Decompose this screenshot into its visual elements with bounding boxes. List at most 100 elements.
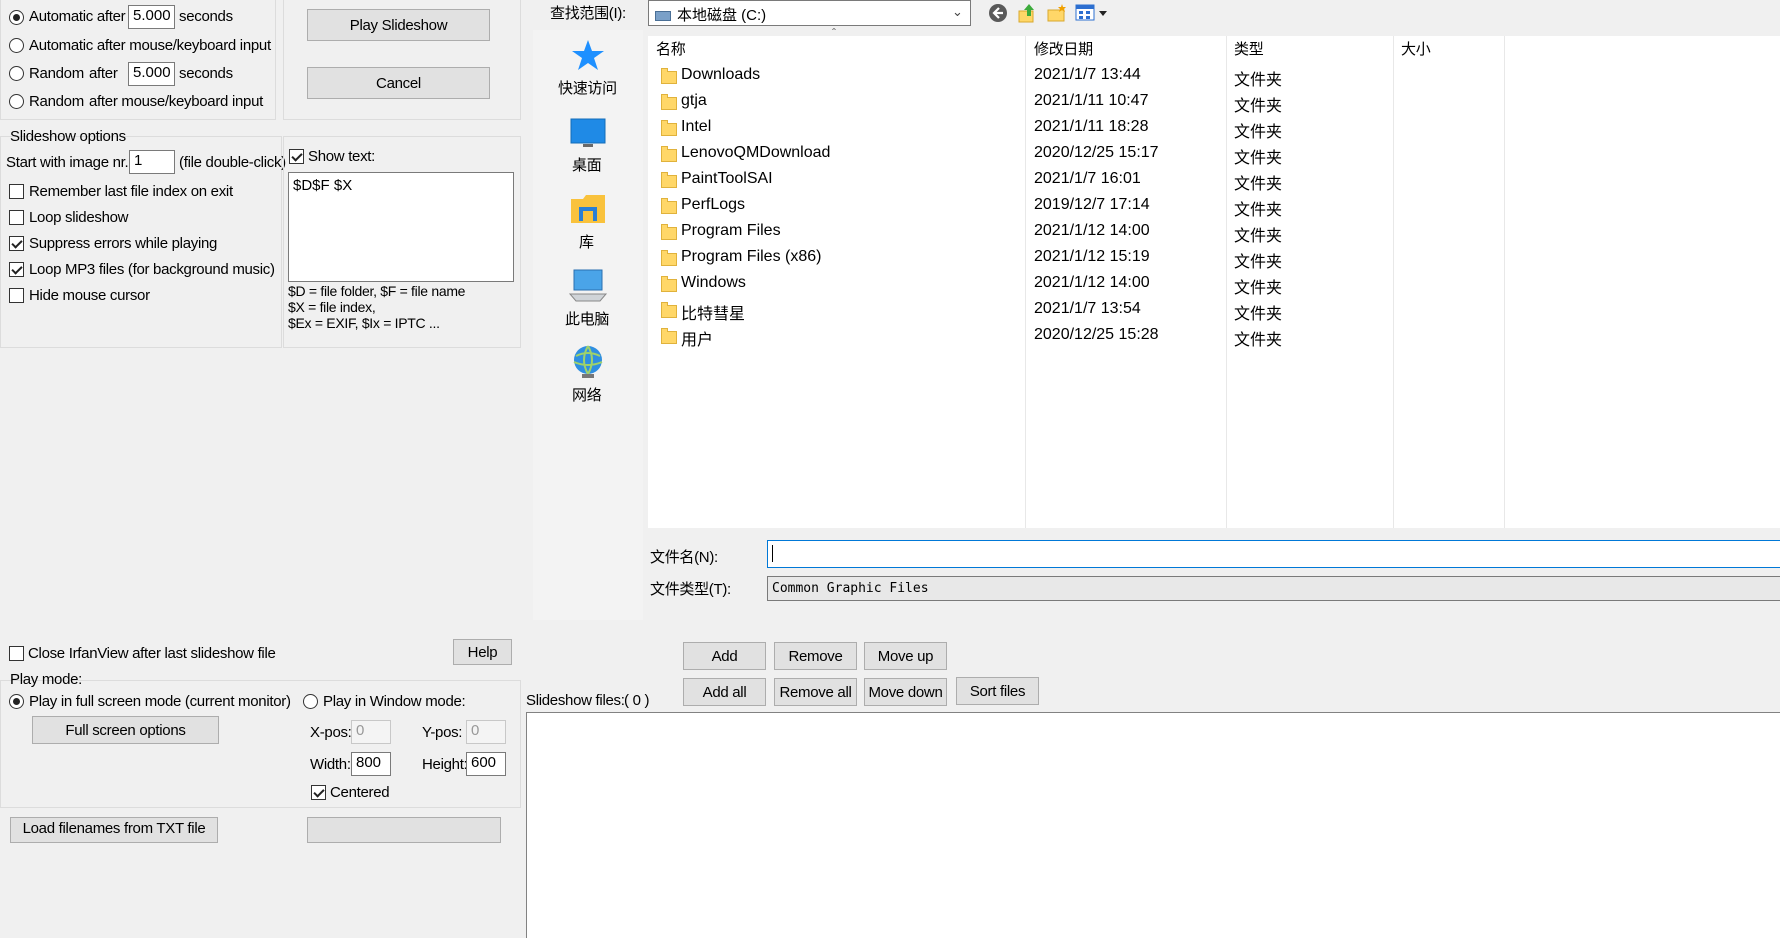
loop-mp3-checkbox[interactable]: [9, 262, 24, 277]
file-list[interactable]: [648, 36, 1780, 528]
help-button[interactable]: Help: [453, 639, 512, 665]
network-icon[interactable]: [570, 344, 606, 380]
seconds-label-1: seconds: [179, 8, 233, 25]
sort-files-button[interactable]: Sort files: [956, 677, 1039, 705]
save-txt-button[interactable]: [307, 817, 501, 843]
file-name[interactable]: Program Files: [681, 222, 781, 240]
folder-icon: [661, 224, 677, 240]
full-screen-radio[interactable]: [9, 694, 24, 709]
file-name[interactable]: Downloads: [681, 66, 760, 84]
window-mode-radio[interactable]: [303, 694, 318, 709]
file-date: 2021/1/11 18:28: [1034, 118, 1149, 135]
column-divider: [1226, 36, 1227, 528]
load-txt-button[interactable]: Load filenames from TXT file: [10, 817, 218, 843]
view-menu-icon[interactable]: [1075, 4, 1109, 22]
add-button[interactable]: Add: [683, 642, 766, 670]
hide-cursor-checkbox[interactable]: [9, 288, 24, 303]
xpos-input[interactable]: 0: [351, 720, 391, 744]
file-type: 文件夹: [1234, 72, 1283, 89]
column-divider: [1504, 36, 1505, 528]
this-pc-icon[interactable]: [568, 268, 608, 304]
file-name[interactable]: PerfLogs: [681, 196, 745, 214]
place-network[interactable]: 网络: [572, 384, 602, 405]
play-mode-title: Play mode:: [10, 671, 83, 688]
centered-checkbox[interactable]: [311, 785, 326, 800]
close-after-checkbox[interactable]: [9, 646, 24, 661]
file-type: 文件夹: [1234, 150, 1283, 167]
width-label: Width:: [310, 756, 351, 773]
full-screen-options-button[interactable]: Full screen options: [32, 716, 219, 744]
library-icon[interactable]: [570, 193, 606, 225]
file-name[interactable]: Program Files (x86): [681, 248, 821, 266]
random-input-radio[interactable]: [9, 94, 24, 109]
quick-access-icon[interactable]: [571, 38, 605, 72]
close-after-label: Close IrfanView after last slideshow fil…: [28, 645, 276, 662]
add-all-button[interactable]: Add all: [683, 678, 766, 706]
file-name[interactable]: 比特彗星: [681, 300, 745, 324]
desktop-icon[interactable]: [570, 118, 606, 150]
place-this-pc[interactable]: 此电脑: [565, 308, 609, 329]
up-folder-icon[interactable]: [1016, 2, 1038, 24]
loop-slideshow-checkbox[interactable]: [9, 210, 24, 225]
auto-input-radio[interactable]: [9, 38, 24, 53]
column-header-date[interactable]: 修改日期: [1034, 38, 1093, 59]
column-header-size[interactable]: 大小: [1401, 38, 1431, 59]
random-after-radio[interactable]: [9, 66, 24, 81]
move-up-button[interactable]: Move up: [864, 642, 947, 670]
file-date: 2020/12/25 15:28: [1034, 326, 1159, 343]
column-header-type[interactable]: 类型: [1234, 38, 1264, 59]
file-type: 文件夹: [1234, 332, 1283, 349]
file-name[interactable]: Windows: [681, 274, 746, 292]
filename-input[interactable]: [767, 540, 1780, 568]
filename-label: 文件名(N):: [650, 549, 718, 566]
file-date: 2020/12/25 15:17: [1034, 144, 1159, 161]
width-input[interactable]: 800: [351, 752, 391, 776]
ypos-input[interactable]: 0: [466, 720, 506, 744]
file-name[interactable]: Intel: [681, 118, 711, 136]
place-desktop[interactable]: 桌面: [572, 154, 602, 175]
full-screen-label: Play in full screen mode (current monito…: [29, 693, 291, 710]
random-label: Random: [29, 65, 84, 82]
show-text-checkbox[interactable]: [289, 149, 304, 164]
auto-after-label: Automatic after: [29, 8, 126, 25]
filetype-dropdown[interactable]: Common Graphic Files: [767, 576, 1780, 601]
remove-button[interactable]: Remove: [774, 642, 857, 670]
file-type: 文件夹: [1234, 98, 1283, 115]
suppress-errors-checkbox[interactable]: [9, 236, 24, 251]
column-header-name[interactable]: 名称: [656, 38, 686, 59]
file-name[interactable]: 用户: [681, 326, 713, 350]
cancel-button[interactable]: Cancel: [307, 67, 490, 99]
place-library[interactable]: 库: [579, 231, 594, 252]
random-seconds-input[interactable]: 5.000: [128, 62, 175, 86]
move-down-button[interactable]: Move down: [864, 678, 947, 706]
auto-seconds-input[interactable]: 5.000: [128, 5, 175, 29]
play-slideshow-button[interactable]: Play Slideshow: [307, 9, 490, 41]
start-image-label: Start with image nr.:: [6, 154, 133, 171]
slideshow-options-title: Slideshow options: [10, 128, 126, 145]
file-date: 2019/12/7 17:14: [1034, 196, 1150, 213]
look-in-dropdown[interactable]: 本地磁盘 (C:): [648, 0, 971, 26]
drive-icon: [655, 11, 671, 22]
folder-icon: [661, 302, 677, 318]
new-folder-icon[interactable]: [1046, 3, 1068, 23]
place-quick-access[interactable]: 快速访问: [558, 77, 617, 98]
loop-slideshow-label: Loop slideshow: [29, 209, 129, 226]
file-date: 2021/1/7 13:44: [1034, 66, 1141, 83]
look-in-value: 本地磁盘 (C:): [677, 7, 767, 24]
file-name[interactable]: LenovoQMDownload: [681, 144, 830, 162]
remove-all-button[interactable]: Remove all: [774, 678, 857, 706]
random-after-label: after: [89, 65, 118, 82]
look-in-label: 查找范围(I):: [550, 5, 626, 22]
column-divider: [1393, 36, 1394, 528]
show-text-textarea[interactable]: $D$F $X: [288, 172, 514, 282]
folder-icon: [661, 146, 677, 162]
slideshow-files-list[interactable]: [526, 712, 1780, 938]
remember-index-checkbox[interactable]: [9, 184, 24, 199]
file-name[interactable]: PaintToolSAI: [681, 170, 773, 188]
auto-after-radio[interactable]: [9, 10, 24, 25]
height-input[interactable]: 600: [466, 752, 506, 776]
back-icon[interactable]: [988, 3, 1008, 23]
start-image-input[interactable]: 1: [129, 150, 175, 174]
file-name[interactable]: gtja: [681, 92, 707, 110]
chevron-down-icon[interactable]: ⌄: [952, 4, 963, 20]
